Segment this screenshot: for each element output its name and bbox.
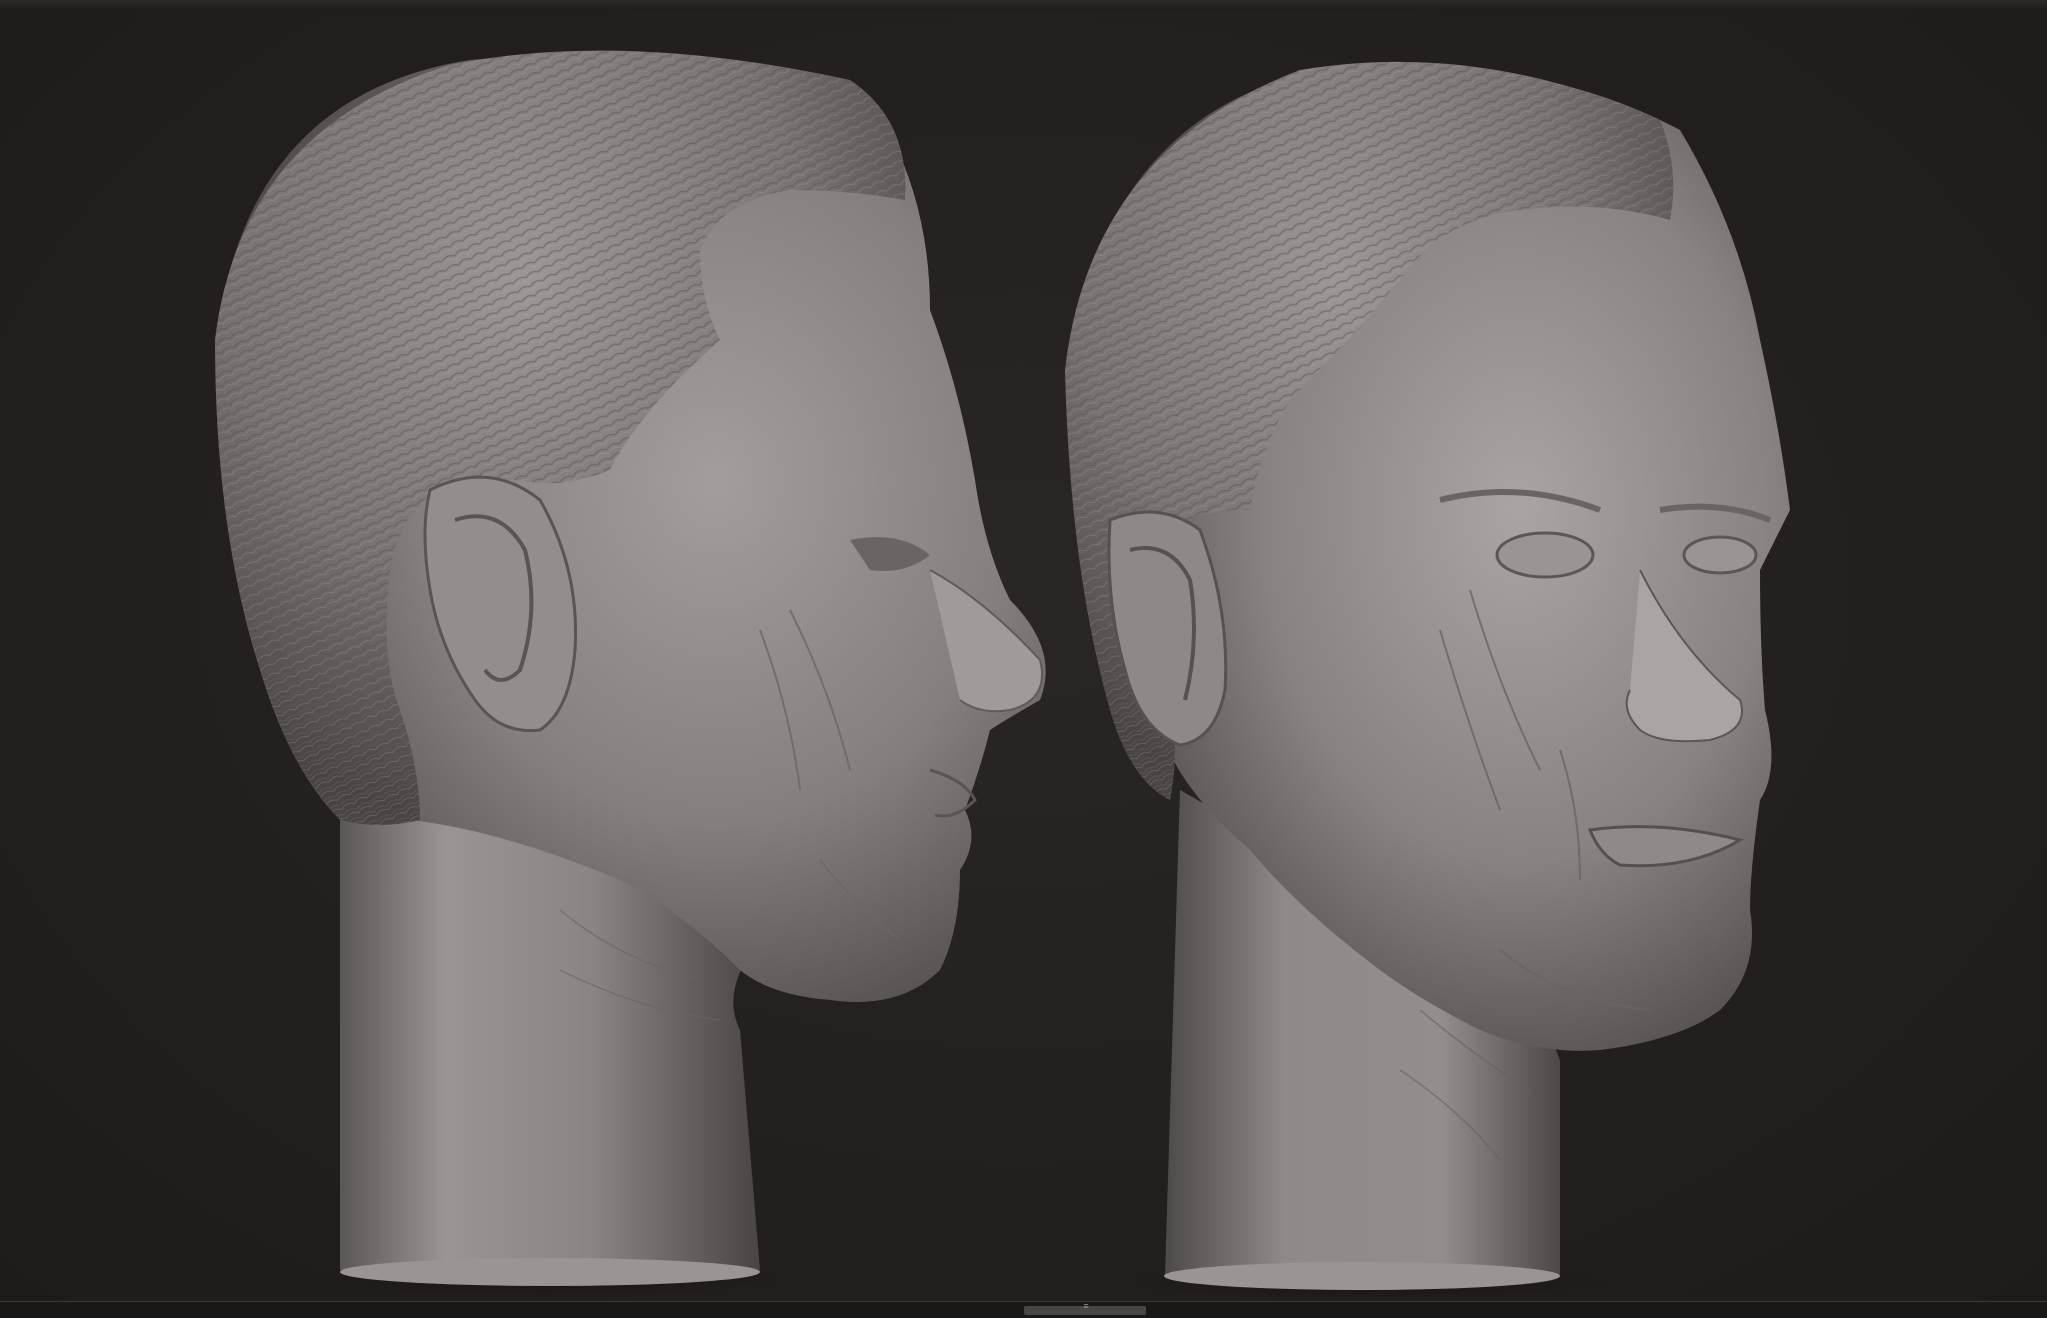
sculpt-app-window: ≡ [0,0,2047,1318]
sculpt-model-side-profile[interactable] [215,50,1046,1296]
grip-icon[interactable]: ≡ [1080,1302,1092,1311]
eye-left [1682,535,1758,575]
eye-right [1495,531,1595,579]
3d-viewport[interactable] [0,10,2047,1301]
sculpt-model-three-quarter[interactable] [1065,61,1790,1300]
bottom-scrollbar[interactable]: ≡ [0,1301,2047,1318]
neck-base-rim [340,1258,760,1286]
neck-base-rim [1164,1262,1560,1290]
